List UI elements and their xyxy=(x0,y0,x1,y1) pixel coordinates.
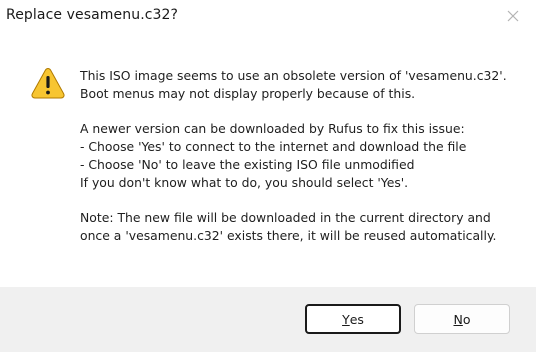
message-line: Note: The new file will be downloaded in… xyxy=(80,210,491,225)
yes-button-label: es xyxy=(349,311,364,327)
message-line: Boot menus may not display properly beca… xyxy=(80,86,416,101)
no-button-label: o xyxy=(462,311,471,327)
button-bar: Yes No xyxy=(0,287,536,352)
yes-button[interactable]: Yes xyxy=(305,304,401,334)
warning-icon xyxy=(31,67,65,99)
message-line: - Choose 'No' to leave the existing ISO … xyxy=(80,157,415,172)
close-icon xyxy=(507,10,519,22)
yes-button-mnemonic: Y xyxy=(342,311,350,327)
title-bar[interactable]: Replace vesamenu.c32? xyxy=(0,0,536,34)
message-line: This ISO image seems to use an obsolete … xyxy=(80,68,507,83)
close-button[interactable] xyxy=(490,0,536,32)
dialog-title: Replace vesamenu.c32? xyxy=(6,7,179,23)
message-line: A newer version can be downloaded by Ruf… xyxy=(80,121,465,136)
message-line: once a 'vesamenu.c32' exists there, it w… xyxy=(80,228,497,243)
dialog-content: This ISO image seems to use an obsolete … xyxy=(0,34,536,284)
message-line: - Choose 'Yes' to connect to the interne… xyxy=(80,139,467,154)
no-button[interactable]: No xyxy=(414,304,510,334)
message-line: If you don't know what to do, you should… xyxy=(80,175,409,190)
message-spacer xyxy=(80,103,520,120)
dialog-message: This ISO image seems to use an obsolete … xyxy=(80,67,520,245)
dialog-window: Replace vesamenu.c32? This ISO image see… xyxy=(0,0,536,352)
message-spacer xyxy=(80,192,520,209)
no-button-mnemonic: N xyxy=(453,311,463,327)
